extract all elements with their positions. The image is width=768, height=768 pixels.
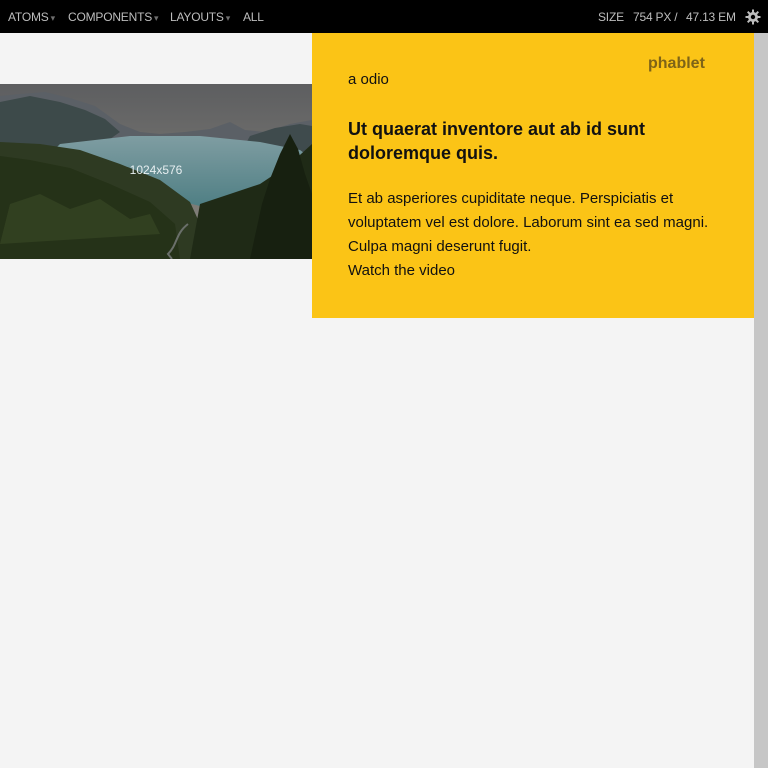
breakpoint-badge: phablet bbox=[648, 55, 705, 72]
pattern-viewport: 1024x576 phablet a odio Ut quaerat inven… bbox=[0, 33, 754, 768]
nav-components-label: COMPONENTS bbox=[68, 10, 153, 24]
card-body: Et ab asperiores cupiditate neque. Persp… bbox=[348, 190, 709, 255]
viewport-resize-handle[interactable] bbox=[754, 33, 768, 768]
landscape-photo bbox=[0, 84, 312, 259]
nav-all-label: ALL bbox=[243, 10, 264, 24]
nav-atoms[interactable]: ATOMS ▾ bbox=[8, 10, 55, 25]
card-kicker: a odio bbox=[348, 71, 389, 88]
card-headline: Ut quaerat inventore aut ab id sunt dolo… bbox=[348, 119, 646, 163]
nav-atoms-label: ATOMS bbox=[8, 10, 49, 24]
size-px-input[interactable]: 754 PX / bbox=[633, 10, 678, 24]
watch-video-link[interactable]: Watch the video bbox=[348, 259, 455, 283]
chevron-down-icon: ▾ bbox=[154, 13, 159, 23]
size-em-input[interactable]: 47.13 EM bbox=[686, 10, 736, 24]
chevron-down-icon: ▾ bbox=[50, 13, 56, 23]
chevron-down-icon: ▾ bbox=[225, 13, 231, 23]
hero-image: 1024x576 bbox=[0, 84, 312, 259]
nav-layouts[interactable]: LAYOUTS ▾ bbox=[170, 10, 230, 25]
gear-icon[interactable] bbox=[745, 9, 761, 25]
nav-all[interactable]: ALL bbox=[243, 10, 264, 24]
pattern-lab-toolbar: ATOMS ▾ COMPONENTS ▾ LAYOUTS ▾ ALL SIZE 754… bbox=[0, 0, 768, 33]
size-label: SIZE bbox=[598, 10, 624, 24]
nav-components[interactable]: COMPONENTS ▾ bbox=[68, 10, 159, 25]
nav-layouts-label: LAYOUTS bbox=[170, 10, 224, 24]
promo-card: phablet a odio Ut quaerat inventore aut … bbox=[312, 33, 754, 318]
